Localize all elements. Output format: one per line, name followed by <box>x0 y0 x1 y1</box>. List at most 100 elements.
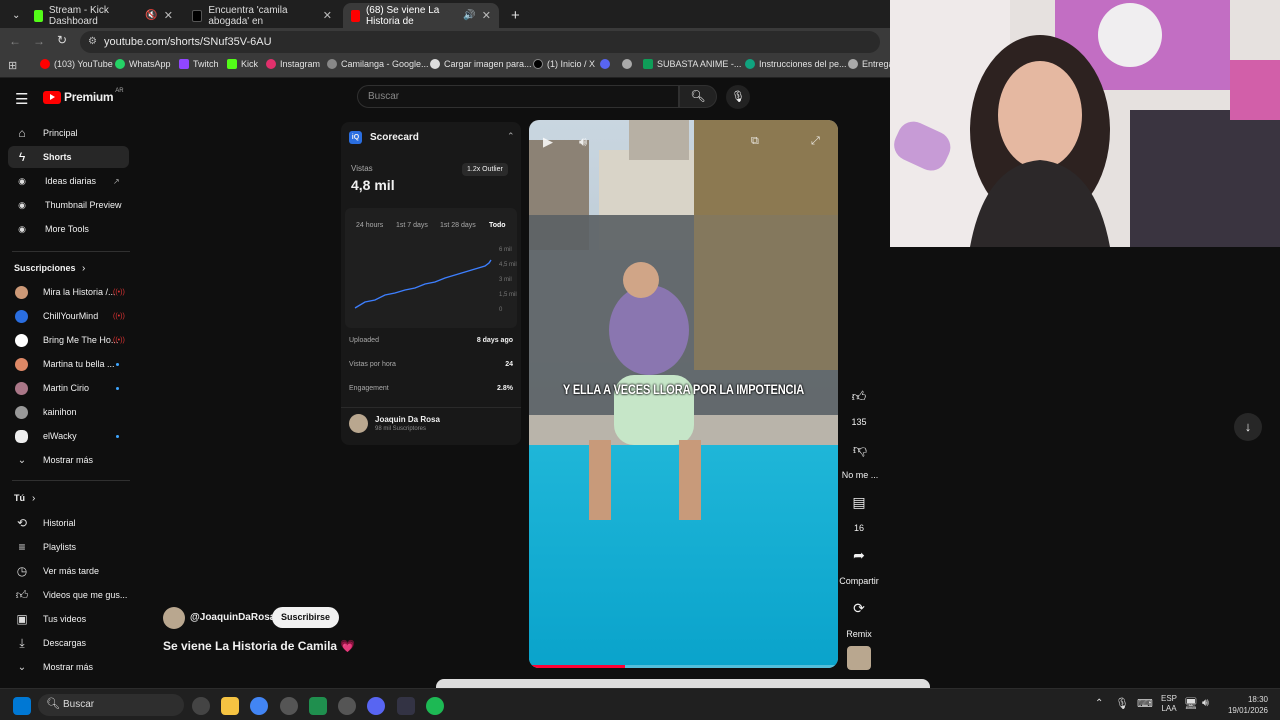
voice-search-button[interactable]: 🎙︎ <box>726 85 750 109</box>
spotify-icon[interactable] <box>426 697 444 715</box>
like-button[interactable]: 👍︎ 135 <box>842 381 876 428</box>
sidebar-item-more-tools[interactable]: ◉ More Tools <box>0 218 130 240</box>
app-icon[interactable] <box>192 697 210 715</box>
channel-avatar[interactable] <box>163 607 185 629</box>
volume-icon[interactable]: 🔊︎ <box>579 134 587 150</box>
bookmark-discord[interactable] <box>600 59 614 69</box>
vidiq-icon: iQ <box>349 131 362 144</box>
obs-icon[interactable] <box>338 697 356 715</box>
sidebar-item-thumbnail-preview[interactable]: ◉ Thumbnail Preview <box>0 194 130 216</box>
language-indicator[interactable]: ESP LAA <box>1161 694 1177 714</box>
bookmark-camilanga[interactable]: Camilanga - Google... <box>327 59 429 69</box>
dislike-button[interactable]: 👎︎ No me ... <box>838 434 882 481</box>
bookmark-instagram[interactable]: Instagram <box>266 59 320 69</box>
sidebar-item-shorts[interactable]: ϟ Shorts <box>8 146 129 168</box>
apps-grid-icon[interactable]: ⊞ <box>8 59 17 72</box>
network-icon[interactable]: 🖥︎ <box>1184 697 1198 710</box>
url-field[interactable]: ⚙ youtube.com/shorts/SNuf35V-6AU <box>80 31 880 53</box>
sidebar-item-sub[interactable]: Bring Me The Ho... ((•)) <box>0 329 130 351</box>
windows-start-icon[interactable] <box>13 697 31 715</box>
volume-icon[interactable]: 🔊︎ <box>1202 697 1209 710</box>
youtube-logo[interactable]: Premium AR <box>43 88 124 104</box>
keyboard-icon[interactable]: ⌨ <box>1137 697 1153 710</box>
bookmark-twitch[interactable]: Twitch <box>179 59 219 69</box>
play-icon[interactable]: ▶ <box>543 134 553 150</box>
bookmark-subasta[interactable]: SUBASTA ANIME -... <box>643 59 741 69</box>
bookmark-x[interactable]: (1) Inicio / X <box>533 59 595 69</box>
bookmark-entrega[interactable]: Entrega <box>848 59 894 69</box>
range-7d-tab[interactable]: 1st 7 days <box>396 222 428 229</box>
sidebar-item-ideas[interactable]: ◉ Ideas diarias ↗ <box>0 170 130 192</box>
settings-icon[interactable] <box>280 697 298 715</box>
close-tab-icon[interactable]: ✕ <box>482 9 491 22</box>
sidebar-item-sub[interactable]: kainihon <box>0 401 130 423</box>
audio-thumbnail[interactable] <box>847 646 871 670</box>
you-header[interactable]: Tú › <box>0 487 130 509</box>
sidebar-item-watch-later[interactable]: ◷ Ver más tarde <box>0 560 130 582</box>
sidebar-item-historial[interactable]: ⟲ Historial <box>0 512 130 534</box>
discord-icon[interactable] <box>367 697 385 715</box>
tab-list-chevron-icon[interactable]: ⌄ <box>4 3 24 28</box>
forward-icon[interactable]: → <box>33 34 45 48</box>
sidebar-item-downloads[interactable]: ⤓ Descargas <box>0 632 130 654</box>
history-icon: ⟲ <box>16 516 28 530</box>
subscriptions-header[interactable]: Suscripciones › <box>0 257 130 279</box>
range-all-tab[interactable]: Todo <box>489 222 506 229</box>
search-input[interactable]: Buscar <box>357 85 679 108</box>
back-icon[interactable]: ← <box>9 34 21 48</box>
share-button[interactable]: ➦ Compartir <box>836 540 882 587</box>
sidebar-item-sub[interactable]: Martin Cirio <box>0 377 130 399</box>
comments-button[interactable]: ▤ 16 <box>842 487 876 534</box>
sidebar-item-sub[interactable]: Mira la Historia /... ((•)) <box>0 281 130 303</box>
file-explorer-icon[interactable] <box>221 697 239 715</box>
microphone-icon[interactable]: 🎙︎ <box>1115 697 1129 710</box>
new-tab-button[interactable]: + <box>503 3 523 28</box>
reload-icon[interactable]: ↻ <box>57 33 67 47</box>
search-button[interactable]: 🔍︎ <box>679 85 717 108</box>
next-short-preview[interactable] <box>436 679 930 688</box>
sidebar-item-playlists[interactable]: ≡ Playlists <box>0 536 130 558</box>
captions-icon[interactable]: ⧉ <box>751 135 759 148</box>
sidebar-item-sub[interactable]: ChillYourMind ((•)) <box>0 305 130 327</box>
bookmark-kick[interactable]: Kick <box>227 59 258 69</box>
range-28d-tab[interactable]: 1st 28 days <box>440 222 476 229</box>
range-24h-tab[interactable]: 24 hours <box>356 222 383 229</box>
chrome-icon[interactable] <box>250 697 268 715</box>
bookmark-instrucciones[interactable]: Instrucciones del pe... <box>745 59 847 69</box>
channel-avatar[interactable] <box>349 414 368 433</box>
app-icon[interactable] <box>309 697 327 715</box>
tab-youtube-short[interactable]: (68) Se viene La Historia de 🔊 ✕ <box>343 3 499 28</box>
sidebar-item-sub[interactable]: Martina tu bella ... <box>0 353 130 375</box>
next-short-button[interactable]: ↓ <box>1234 413 1262 441</box>
subscribe-button[interactable]: Suscribirse <box>272 607 340 628</box>
mute-icon[interactable]: 🔇 <box>145 10 157 21</box>
channel-handle[interactable]: @JoaquinDaRosa <box>190 612 275 623</box>
tab-tiktok-search[interactable]: Encuentra 'camila abogada' en ✕ <box>184 3 340 28</box>
hamburger-menu-icon[interactable]: ☰ <box>15 90 28 108</box>
fullscreen-icon[interactable]: ⤢ <box>811 135 820 148</box>
bookmark-whatsapp[interactable]: WhatsApp <box>115 59 171 69</box>
bookmark-youtube[interactable]: (103) YouTube <box>40 59 113 69</box>
close-tab-icon[interactable]: ✕ <box>164 9 173 22</box>
sidebar-item-your-videos[interactable]: ▣ Tus videos <box>0 608 130 630</box>
collapse-chevron-icon[interactable]: ⌃ <box>507 131 515 142</box>
bookmark-globe[interactable] <box>622 59 636 69</box>
channel-name[interactable]: Joaquin Da Rosa <box>375 415 440 424</box>
tray-chevron-icon[interactable]: ⌃ <box>1095 698 1103 709</box>
tab-kick-dashboard[interactable]: Stream - Kick Dashboard 🔇 ✕ <box>26 3 181 28</box>
site-info-icon[interactable]: ⚙ <box>88 31 97 53</box>
short-video-player[interactable]: Y ELLA A VECES LLORA POR LA IMPOTENCIA ▶… <box>529 120 838 668</box>
remix-button[interactable]: ⟳ Remix <box>842 593 876 640</box>
clock[interactable]: 18:30 19/01/2026 <box>1226 694 1268 716</box>
sidebar-item-sub[interactable]: elWacky <box>0 425 130 447</box>
taskbar-search[interactable]: 🔍︎ Buscar <box>38 694 184 716</box>
bookmark-cargar-imagen[interactable]: Cargar imagen para... <box>430 59 532 69</box>
app-icon[interactable] <box>397 697 415 715</box>
close-tab-icon[interactable]: ✕ <box>323 9 332 22</box>
progress-track[interactable] <box>529 665 838 668</box>
audio-icon[interactable]: 🔊 <box>463 10 475 21</box>
show-more-you-button[interactable]: ⌄ Mostrar más <box>0 656 130 678</box>
sidebar-item-principal[interactable]: ⌂ Principal <box>0 122 130 144</box>
show-more-subs-button[interactable]: ⌄ Mostrar más <box>0 449 130 471</box>
sidebar-item-liked[interactable]: 👍︎ Videos que me gus... <box>0 584 130 606</box>
